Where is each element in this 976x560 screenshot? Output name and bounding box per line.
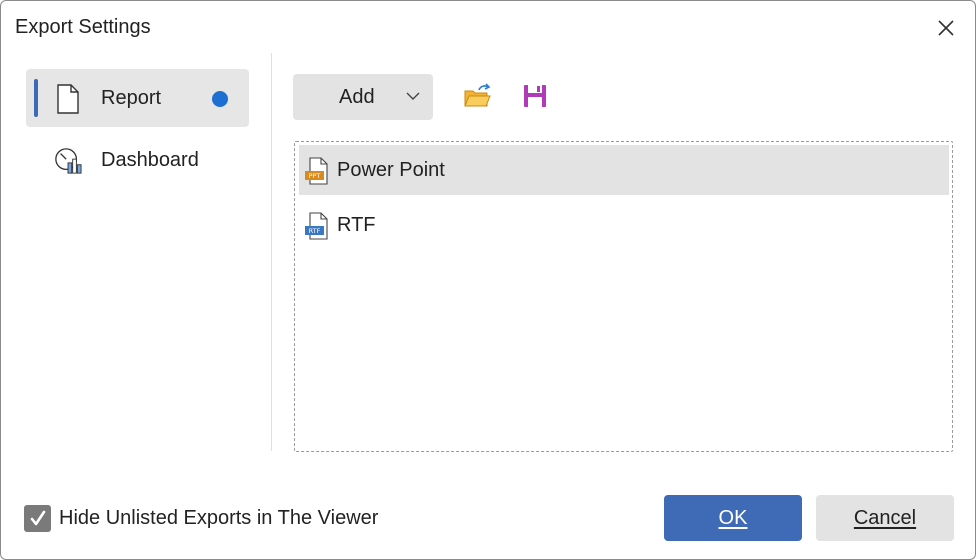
add-button-label: Add xyxy=(339,85,375,108)
cancel-button-label: Cancel xyxy=(853,506,917,529)
checkbox-box[interactable] xyxy=(24,505,51,532)
sidebar-item-report[interactable]: Report xyxy=(26,69,249,127)
rtf-badge-text: RTF xyxy=(309,227,321,235)
export-settings-dialog: Export Settings Report Dashboard Add PPT… xyxy=(0,0,976,560)
ok-button[interactable]: OK xyxy=(664,495,802,541)
sidebar-item-label: Dashboard xyxy=(101,148,199,171)
sidebar-nav: Report Dashboard xyxy=(26,69,249,189)
ok-button-label: OK xyxy=(718,506,748,529)
list-item-label: RTF xyxy=(337,213,376,236)
close-icon xyxy=(938,20,954,36)
hide-unlisted-checkbox[interactable]: Hide Unlisted Exports in The Viewer xyxy=(24,505,378,532)
dashboard-icon xyxy=(55,148,82,174)
document-icon xyxy=(57,84,79,114)
add-dropdown-button[interactable]: Add xyxy=(293,74,433,120)
vertical-divider xyxy=(271,53,272,451)
list-item-rtf[interactable]: RTF RTF xyxy=(299,200,949,250)
rtf-file-icon: RTF xyxy=(305,212,328,240)
cancel-button[interactable]: Cancel xyxy=(816,495,954,541)
ppt-badge-text: PPT xyxy=(309,172,321,180)
save-button[interactable] xyxy=(520,81,550,111)
selected-dot xyxy=(212,91,228,107)
folder-open-icon xyxy=(464,83,491,107)
close-button[interactable] xyxy=(931,13,961,43)
hide-unlisted-label: Hide Unlisted Exports in The Viewer xyxy=(59,507,379,529)
list-item-label: Power Point xyxy=(337,158,445,181)
checkmark-icon xyxy=(30,510,45,525)
dialog-title: Export Settings xyxy=(15,16,151,38)
ppt-file-icon: PPT xyxy=(305,157,328,185)
save-icon xyxy=(524,85,546,107)
sidebar-item-label: Report xyxy=(101,86,162,109)
open-button[interactable] xyxy=(462,81,492,111)
chevron-down-icon xyxy=(406,92,420,100)
list-item-power-point[interactable]: PPT Power Point xyxy=(299,145,949,195)
export-list: PPT Power Point RTF RTF xyxy=(294,141,953,452)
selection-indicator xyxy=(34,79,38,117)
sidebar-item-dashboard[interactable]: Dashboard xyxy=(26,131,249,189)
